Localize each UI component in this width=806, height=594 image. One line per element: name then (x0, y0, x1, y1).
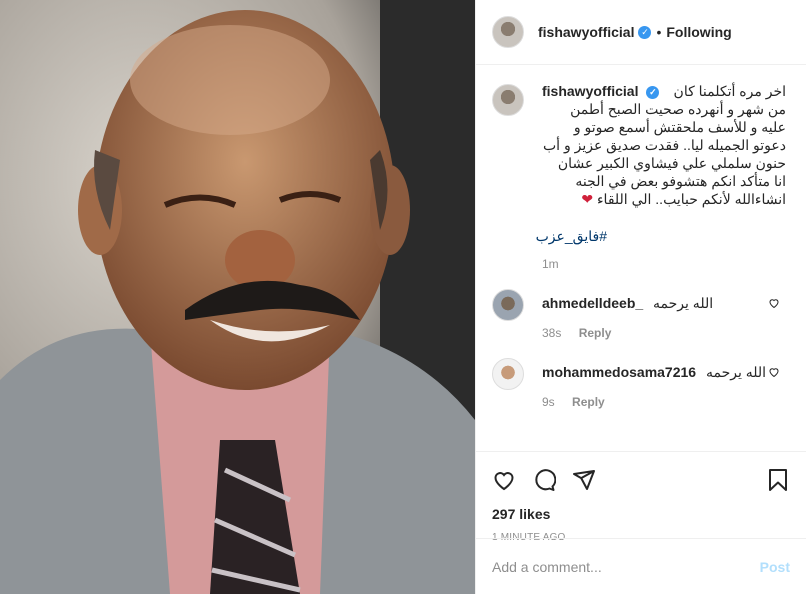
caption-text: اخر مره أتكلمنا كان من شهر و أنهرده صحيت… (542, 83, 786, 207)
comment-text: الله يرحمه (653, 295, 714, 311)
portrait-image (0, 0, 475, 594)
hashtag-link[interactable]: #فايق_عزب (536, 228, 607, 245)
commenter-avatar[interactable] (492, 358, 524, 390)
comment-box: Post (476, 538, 806, 594)
separator-dot: • (656, 24, 662, 40)
following-button[interactable]: Following (666, 24, 731, 40)
verified-badge-icon: ✓ (638, 25, 652, 39)
caption-username[interactable]: fishawyofficial ✓ (542, 82, 660, 100)
share-paper-plane-icon[interactable] (572, 468, 596, 492)
heart-emoji: ❤ (581, 191, 594, 207)
comments-list: fishawyofficial ✓ اخر مره أتكلمنا كان من… (476, 66, 806, 451)
comment-time[interactable]: 38s (542, 326, 561, 340)
like-comment-heart-icon[interactable] (768, 297, 780, 309)
comment-text: الله يرحمه (705, 364, 767, 380)
caption-text-block: fishawyofficial ✓ اخر مره أتكلمنا كان من… (542, 82, 786, 208)
like-comment-heart-icon[interactable] (768, 366, 780, 378)
verified-badge-icon: ✓ (646, 85, 660, 99)
author-username[interactable]: fishawyofficial (538, 24, 634, 40)
author-avatar[interactable] (492, 16, 524, 48)
reply-button[interactable]: Reply (572, 395, 605, 409)
caption-time[interactable]: 1m (542, 257, 559, 271)
comment-item: mohammedosama7216 الله يرحمه 9s Reply (492, 356, 790, 409)
comment-username[interactable]: mohammedosama7216 (542, 364, 696, 380)
comment-username[interactable]: ahmedelldeeb_ (542, 295, 643, 311)
add-comment-input[interactable] (492, 558, 760, 575)
caption-avatar[interactable] (492, 84, 524, 116)
post-photo[interactable] (0, 0, 475, 594)
post-sidebar: fishawyofficial ✓ • Following fishawyoff… (475, 0, 806, 594)
likes-count[interactable]: 297 likes (492, 506, 790, 522)
comment-item: ahmedelldeeb_ الله يرحمه 38s Reply (492, 287, 790, 340)
commenter-avatar[interactable] (492, 289, 524, 321)
caption: fishawyofficial ✓ اخر مره أتكلمنا كان من… (492, 82, 790, 271)
comment-bubble-icon[interactable] (532, 468, 556, 492)
post-comment-button[interactable]: Post (760, 559, 790, 575)
post-modal: fishawyofficial ✓ • Following fishawyoff… (0, 0, 806, 594)
comment-time[interactable]: 9s (542, 395, 555, 409)
like-heart-icon[interactable] (492, 468, 516, 492)
post-header: fishawyofficial ✓ • Following (476, 0, 806, 65)
reply-button[interactable]: Reply (579, 326, 612, 340)
post-actions: 297 likes 1 MINUTE AGO (476, 451, 806, 543)
bookmark-save-icon[interactable] (766, 468, 790, 492)
